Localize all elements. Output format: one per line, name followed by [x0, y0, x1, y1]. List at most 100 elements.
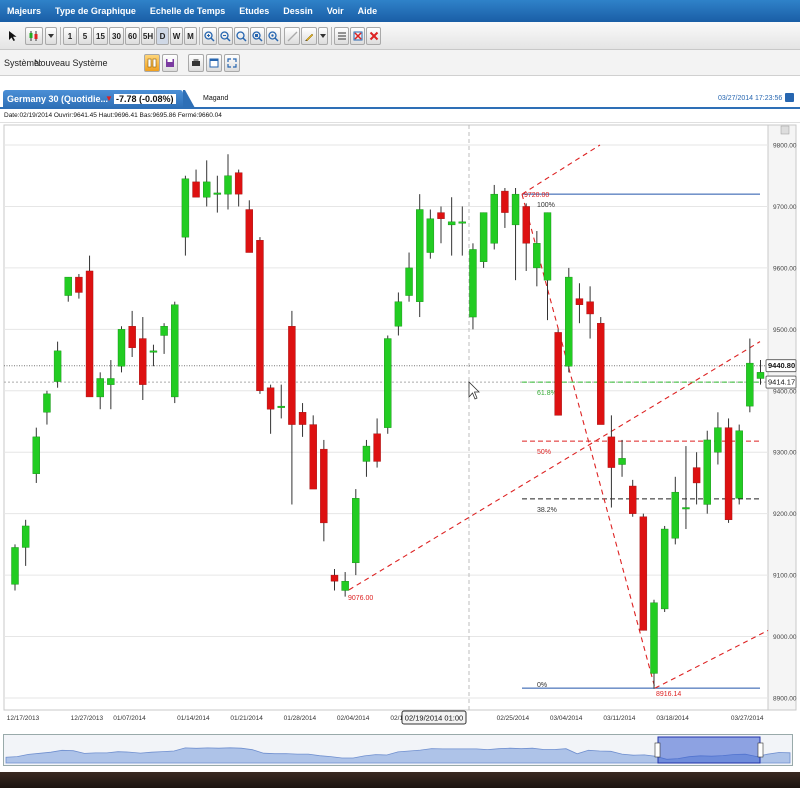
zoom-in-icon[interactable] — [202, 27, 217, 45]
pointer-icon[interactable] — [4, 27, 22, 45]
candle-body — [53, 350, 62, 382]
candle-body — [64, 276, 72, 296]
zoom-reset-icon[interactable] — [266, 27, 281, 45]
candle-body — [735, 430, 743, 499]
line-tool-icon[interactable] — [284, 27, 300, 45]
tab-magand[interactable]: Magand — [203, 95, 228, 102]
timeframe-60-button[interactable]: 60 — [125, 27, 140, 45]
columns-icon[interactable] — [144, 54, 160, 72]
y-tick-label: 9000.00 — [773, 634, 797, 641]
candle-body — [149, 350, 158, 353]
menu-drawing[interactable]: Dessin — [276, 6, 320, 16]
y-tick-label: 9800.00 — [773, 143, 797, 150]
price-tag: 9440.80 — [765, 359, 797, 373]
candle-body — [352, 498, 360, 564]
candle-body — [320, 448, 328, 524]
crosshair-date-label: 02/19/2014 01:00 — [405, 714, 463, 723]
x-tick-label: 03/27/2014 — [731, 715, 764, 722]
delete-drawing-icon[interactable] — [350, 27, 365, 45]
taskbar — [0, 772, 800, 788]
x-tick-label: 01/07/2014 — [113, 715, 146, 722]
fib-level-label: 0% — [537, 682, 547, 689]
timeframe-5h-button[interactable]: 5H — [141, 27, 155, 45]
menu-timescale[interactable]: Echelle de Temps — [143, 6, 232, 16]
navigator-left-handle[interactable] — [654, 742, 661, 758]
fullscreen-icon[interactable] — [224, 54, 240, 72]
window-icon[interactable] — [206, 54, 222, 72]
menu-view[interactable]: Voir — [320, 6, 351, 16]
menu-majeurs[interactable]: Majeurs — [0, 6, 48, 16]
candle-body — [384, 338, 392, 428]
candle-body — [394, 301, 403, 327]
candle-type-icon[interactable] — [25, 27, 43, 45]
x-tick-label: 02/04/2014 — [337, 715, 370, 722]
zoom-out-icon[interactable] — [218, 27, 233, 45]
price-chart[interactable]: 9800.00 9700.00 9600.00 9500.00 9400.00 9300.… — [0, 123, 800, 731]
timeframe-15-button[interactable]: 15 — [93, 27, 108, 45]
list-icon[interactable] — [334, 27, 349, 45]
timeframe-1-button[interactable]: 1 — [63, 27, 77, 45]
candle-body — [746, 362, 754, 407]
zoom-fit-icon[interactable] — [234, 27, 249, 45]
timeframe-5-button[interactable]: 5 — [78, 27, 92, 45]
timeframe-30-button[interactable]: 30 — [109, 27, 124, 45]
candle-body — [660, 528, 669, 610]
candle-body — [756, 372, 765, 379]
x-tick-label: 12/17/2013 — [7, 715, 40, 722]
menu-studies[interactable]: Etudes — [232, 6, 276, 16]
candle-body — [533, 243, 541, 269]
candle-body — [21, 525, 30, 548]
candle-body — [650, 602, 658, 674]
x-tick-label: 02/25/2014 — [497, 715, 530, 722]
candle-body — [128, 326, 136, 348]
candle-body — [692, 467, 701, 484]
candle-body — [554, 332, 562, 416]
navigator-window[interactable] — [657, 736, 761, 764]
tab-change: -7.78 (-0.08%) — [114, 94, 176, 104]
menu-chart-type[interactable]: Type de Graphique — [48, 6, 143, 16]
save-icon[interactable] — [162, 54, 178, 72]
candle-body — [202, 181, 211, 198]
candle-body — [160, 326, 168, 336]
x-tick-label: 01/14/2014 — [177, 715, 210, 722]
menu-help[interactable]: Aide — [351, 6, 385, 16]
candle-body — [522, 206, 530, 244]
y-tick-label: 9700.00 — [773, 204, 797, 211]
candle-body — [330, 574, 339, 582]
navigator-right-handle[interactable] — [757, 742, 764, 758]
timeframe-w-button[interactable]: W — [170, 27, 183, 45]
candle-body — [224, 175, 232, 195]
candle-body — [724, 427, 733, 521]
candle-body — [43, 393, 51, 413]
x-tick-label: 03/18/2014 — [656, 715, 689, 722]
x-tick-label: 01/28/2014 — [284, 715, 317, 722]
close-icon[interactable] — [366, 27, 381, 45]
tab-germany-30[interactable]: Germany 30 (Quotidie... ▼ -7.78 (-0.08%) — [3, 90, 183, 108]
print-icon[interactable] — [188, 54, 204, 72]
timeframe-m-button[interactable]: M — [184, 27, 197, 45]
candle-body — [192, 181, 200, 198]
candle-body — [277, 405, 285, 408]
candle-body — [32, 436, 40, 474]
x-axis: 12/17/2013 12/27/2013 01/07/2014 01/14/2014… — [7, 715, 764, 722]
y-tick-label: 9500.00 — [773, 327, 797, 334]
candle-body — [703, 439, 711, 505]
candle-body — [181, 178, 190, 238]
chevron-down-icon[interactable] — [318, 27, 328, 45]
timeframe-d-button[interactable]: D — [156, 27, 169, 45]
system-value[interactable]: Nouveau Système — [34, 58, 108, 68]
candle-body — [501, 190, 509, 213]
navigator-bar[interactable] — [3, 734, 793, 766]
chevron-down-icon[interactable] — [45, 27, 57, 45]
maximize-icon[interactable] — [785, 93, 794, 102]
candle-body — [469, 249, 477, 318]
pencil-icon[interactable] — [301, 27, 317, 45]
ohlc-info-bar: Date:02/19/2014 Ouvrir:9641.45 Haut:9696… — [0, 109, 800, 123]
price-annotation: 9720.00 — [524, 192, 549, 199]
candle-body — [607, 436, 616, 468]
zoom-range-icon[interactable] — [250, 27, 265, 45]
candle-body — [458, 221, 466, 224]
candle-body — [298, 412, 307, 425]
toolbar: 1 5 15 30 60 5H D W M — [0, 22, 800, 50]
trading-app: Majeurs Type de Graphique Echelle de Tem… — [0, 0, 800, 772]
